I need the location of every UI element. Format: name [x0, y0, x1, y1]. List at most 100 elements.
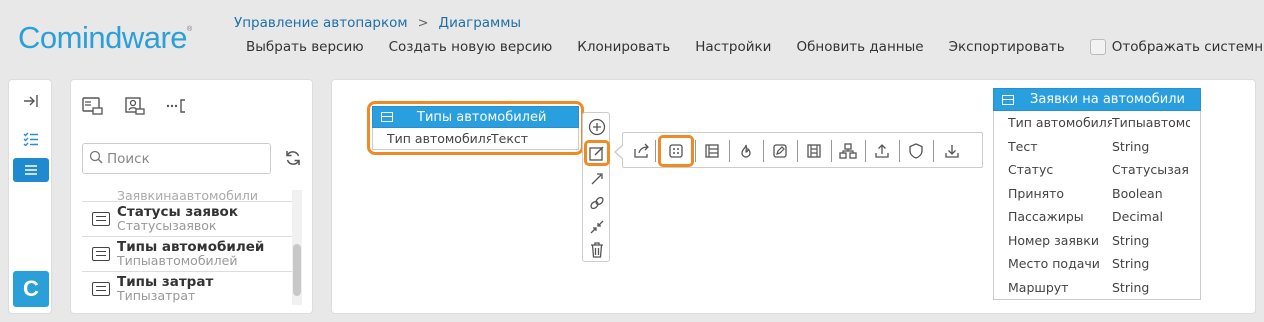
- attribute-type: String: [1112, 279, 1150, 295]
- entity-title: Типы автомобилей: [417, 109, 547, 125]
- table-form-icon[interactable]: [803, 140, 825, 162]
- attribute-name: Пассажиры: [1008, 209, 1084, 225]
- upload-icon[interactable]: [871, 140, 893, 162]
- search-input[interactable]: [107, 150, 267, 167]
- toolbar: Выбрать версию Создать новую версию Клон…: [246, 39, 1264, 55]
- sitemap-icon[interactable]: [837, 140, 859, 162]
- brand-c-icon[interactable]: C: [13, 271, 49, 307]
- list-item-subtitle: Типызатрат: [117, 288, 196, 303]
- search-icon: [89, 149, 103, 168]
- refresh-data-button[interactable]: Обновить данные: [796, 39, 923, 55]
- list-item-icon: [92, 212, 110, 226]
- attribute-name: Тест: [1008, 138, 1038, 154]
- pencil-icon[interactable]: [769, 140, 791, 162]
- link-icon[interactable]: [587, 193, 607, 213]
- app-logo[interactable]: Comindware®: [18, 20, 192, 56]
- list-item-title: Типы автомобилей: [117, 239, 265, 255]
- horizontal-toolbar: [614, 132, 983, 168]
- dice-icon[interactable]: [658, 135, 694, 167]
- user-card-icon[interactable]: [123, 94, 147, 118]
- arrow-icon[interactable]: [587, 169, 607, 189]
- list-icon[interactable]: [13, 158, 49, 182]
- separator: [899, 140, 900, 162]
- vertical-toolbar: [582, 112, 610, 262]
- side-panel: Заявкинаавтомобили Статусы заявок Статус…: [70, 79, 313, 314]
- attribute-name: Место подачи: [1008, 256, 1100, 272]
- attribute-name: Статус: [1008, 162, 1054, 178]
- scrollbar-thumb[interactable]: [293, 244, 301, 296]
- separator: [729, 140, 730, 162]
- edit-icon[interactable]: [584, 140, 610, 166]
- breadcrumb-current[interactable]: Диаграммы: [439, 15, 522, 31]
- create-version-button[interactable]: Создать новую версию: [389, 39, 553, 55]
- breadcrumb-separator: >: [417, 15, 429, 31]
- attribute-name: Тип автомобиля: [387, 131, 491, 146]
- separator: [865, 140, 866, 162]
- checkbox-box[interactable]: [1089, 39, 1106, 55]
- entity-header[interactable]: Типы автомобилей: [372, 106, 579, 128]
- entity-attribute-row[interactable]: Принято Boolean: [994, 182, 1200, 206]
- list-item-title: Типы затрат: [117, 274, 214, 290]
- breadcrumb: Управление автопарком > Диаграммы: [234, 15, 521, 31]
- collapse-right-icon[interactable]: [13, 89, 49, 113]
- list-item[interactable]: Типы затрат Типызатрат: [82, 272, 292, 305]
- separator: [695, 140, 696, 162]
- shield-icon[interactable]: [905, 140, 927, 162]
- checklist-icon[interactable]: [13, 127, 49, 151]
- more-bracket-icon[interactable]: [165, 94, 189, 118]
- diagram-view-icon[interactable]: [81, 94, 105, 118]
- add-icon[interactable]: [587, 117, 607, 137]
- entity-attribute-row[interactable]: Тип автомобиляТипыавтомобилей: [994, 111, 1200, 135]
- attribute-name: Маршрут: [1008, 279, 1069, 295]
- entity-attribute-row[interactable]: Тип автомобиля Текст: [372, 128, 579, 150]
- entity-attribute-row[interactable]: Маршрут String: [994, 276, 1200, 300]
- list-item[interactable]: Типы автомобилей Типыавтомобилей: [82, 237, 292, 272]
- list-scrollbar[interactable]: [292, 190, 302, 305]
- entity-title: Заявки на автомобили: [1030, 92, 1185, 107]
- attribute-name: Принято: [1008, 185, 1065, 201]
- attribute-type: Текст: [491, 131, 529, 146]
- collapse-icon[interactable]: [587, 217, 607, 237]
- form-icon[interactable]: [701, 140, 723, 162]
- fire-icon[interactable]: [735, 140, 757, 162]
- entity-vehicle-types[interactable]: Типы автомобилей Тип автомобиля Текст: [367, 101, 584, 155]
- refresh-icon[interactable]: [284, 149, 302, 171]
- list-item[interactable]: Заявкинаавтомобили: [82, 190, 292, 202]
- list-item-title: Статусы заявок: [117, 204, 238, 220]
- select-version-button[interactable]: Выбрать версию: [246, 39, 364, 55]
- attribute-type: String: [1112, 138, 1150, 154]
- template-list: Заявкинаавтомобили Статусы заявок Статус…: [82, 190, 292, 305]
- table-icon: [381, 112, 393, 122]
- clone-button[interactable]: Клонировать: [577, 39, 670, 55]
- entity-attribute-row[interactable]: Место подачи String: [994, 252, 1200, 276]
- search-field[interactable]: [82, 143, 271, 174]
- download-icon[interactable]: [941, 140, 963, 162]
- entity-attribute-row[interactable]: Тест String: [994, 135, 1200, 159]
- export-button[interactable]: Экспортировать: [949, 39, 1065, 55]
- breadcrumb-parent[interactable]: Управление автопарком: [234, 15, 408, 31]
- attribute-name: Номер заявки: [1008, 232, 1099, 248]
- attribute-type: String: [1112, 256, 1150, 272]
- attribute-type: Статусызаявок: [1112, 162, 1190, 178]
- entity-attribute-row[interactable]: Пассажиры Decimal: [994, 205, 1200, 229]
- show-system-label: Отображать системные и: [1111, 39, 1264, 55]
- list-item[interactable]: Статусы заявок Статусызаявок: [82, 202, 292, 237]
- entity-attribute-row[interactable]: Номер заявки String: [994, 229, 1200, 253]
- entity-attribute-row[interactable]: Статус Статусызаявок: [994, 158, 1200, 182]
- attribute-name: Тип автомобиля: [1008, 115, 1112, 131]
- settings-button[interactable]: Настройки: [695, 39, 771, 55]
- diagram-canvas[interactable]: Типы автомобилей Тип автомобиля Текст За…: [331, 79, 1256, 314]
- share-icon[interactable]: [631, 140, 653, 162]
- trash-icon[interactable]: [587, 240, 607, 260]
- list-item-icon: [92, 282, 110, 296]
- entity-vehicle-requests[interactable]: Заявки на автомобили Тип автомобиля Типыа…: [993, 88, 1201, 300]
- list-item-icon: [92, 247, 110, 261]
- left-rail: C: [8, 79, 52, 314]
- separator: [831, 140, 832, 162]
- attribute-type: Decimal: [1112, 209, 1163, 225]
- attribute-type: Типыавтомобилей: [1112, 115, 1190, 131]
- entity-header[interactable]: Заявки на автомобили: [993, 88, 1201, 111]
- show-system-checkbox[interactable]: Отображать системные и: [1089, 39, 1264, 55]
- side-icons: [81, 94, 207, 118]
- list-item-subtitle: Типыавтомобилей: [117, 253, 238, 268]
